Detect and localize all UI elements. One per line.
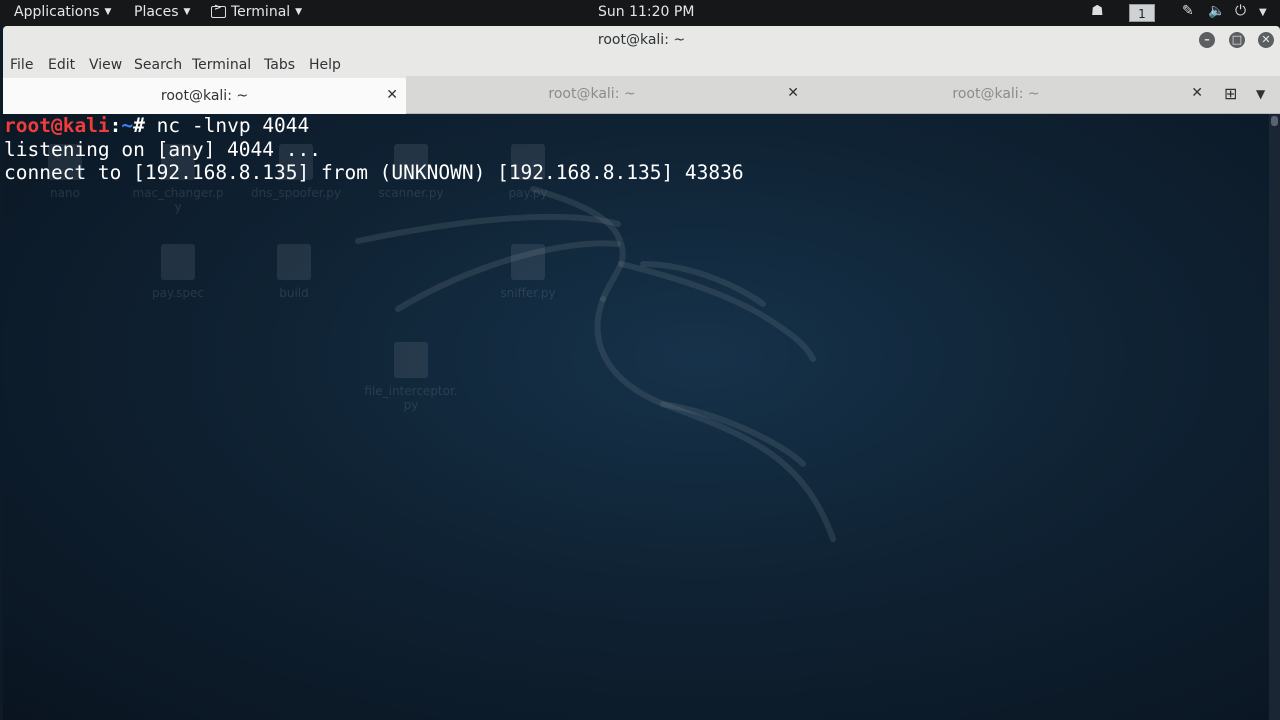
volume-icon[interactable]: 🔈 — [1208, 3, 1225, 19]
desktop-icon-label: scanner.py — [378, 186, 444, 200]
menu-search[interactable]: Search — [134, 57, 182, 73]
places-menu[interactable]: Places ▼ — [134, 4, 190, 20]
terminal-window: root@kali: ~ – □ ✕ File Edit View Search… — [3, 26, 1280, 720]
tab-3[interactable]: root@kali: ~ ✕ — [811, 76, 1211, 114]
top-panel: Applications ▼ Places ▼ Terminal ▼ Sun 1… — [0, 0, 1280, 26]
tab-bar: root@kali: ~ ✕ root@kali: ~ ✕ root@kali:… — [3, 76, 1280, 114]
desktop-icon-label: pay.py — [508, 186, 548, 200]
menu-terminal[interactable]: Terminal — [192, 57, 251, 73]
minimize-icon[interactable]: – — [1199, 32, 1215, 48]
desktop-icon-label: build — [279, 286, 309, 300]
chevron-down-icon[interactable]: ▼ — [1259, 7, 1267, 18]
command-text: nc -lnvp 4044 — [156, 114, 310, 137]
maximize-icon[interactable]: □ — [1229, 32, 1245, 48]
tab-label: root@kali: ~ — [548, 86, 636, 102]
output-line: listening on [any] 4044 ... — [4, 137, 321, 161]
applications-label: Applications — [14, 4, 100, 20]
network-icon[interactable]: ☗ — [1091, 3, 1104, 19]
new-tab-icon[interactable]: ⊞ — [1224, 84, 1237, 103]
chevron-down-icon: ▼ — [104, 7, 112, 17]
clock[interactable]: Sun 11:20 PM — [598, 4, 694, 20]
menu-edit[interactable]: Edit — [48, 57, 75, 73]
scrollbar[interactable] — [1269, 114, 1280, 720]
prompt-path: ~ — [121, 114, 134, 137]
prompt-separator: : — [109, 114, 122, 137]
terminal-app-menu[interactable]: Terminal ▼ — [211, 3, 303, 20]
close-icon[interactable]: ✕ — [386, 87, 398, 103]
desktop-icon: pay.spec — [123, 244, 233, 300]
tools-icon[interactable]: ✎ — [1182, 3, 1194, 19]
places-label: Places — [134, 4, 179, 20]
title-bar[interactable]: root@kali: ~ – □ ✕ — [3, 26, 1280, 54]
desktop-icon-label: sniffer.py — [500, 286, 556, 300]
clock-label: Sun 11:20 PM — [598, 4, 695, 20]
terminal-icon — [211, 3, 226, 18]
desktop-icon-label: nano — [50, 186, 80, 200]
menu-view[interactable]: View — [89, 57, 122, 73]
menu-help[interactable]: Help — [309, 57, 341, 73]
desktop-icon-label: dns_spoofer.py — [251, 186, 341, 200]
tab-label: root@kali: ~ — [160, 88, 249, 104]
desktop-icon-label: pay.spec — [151, 286, 205, 300]
desktop-icon: file_interceptor. py — [356, 342, 466, 412]
chevron-down-icon: ▼ — [183, 7, 191, 17]
prompt-user: root@kali — [4, 114, 110, 137]
desktop-icon-label: mac_changer.p y — [132, 186, 224, 214]
window-title: root@kali: ~ — [597, 32, 686, 48]
workspace-number: 1 — [1138, 7, 1146, 21]
chevron-down-icon[interactable]: ▼ — [1256, 87, 1265, 101]
terminal-app-label: Terminal — [231, 4, 291, 20]
menu-bar: File Edit View Search Terminal Tabs Help — [3, 54, 1280, 76]
close-icon[interactable]: ✕ — [787, 85, 799, 101]
menu-tabs[interactable]: Tabs — [264, 57, 295, 73]
prompt-line: root@kali:~# nc -lnvp 4044 — [4, 114, 744, 138]
menu-file[interactable]: File — [10, 57, 33, 73]
power-icon[interactable]: ⏻ — [1235, 3, 1246, 19]
close-icon[interactable]: ✕ — [1191, 85, 1203, 101]
prompt-char: # — [133, 114, 157, 137]
output-line: connect to [192.168.8.135] from (UNKNOWN… — [4, 161, 744, 184]
tab-2[interactable]: root@kali: ~ ✕ — [407, 76, 807, 114]
desktop-icon: sniffer.py — [473, 244, 583, 300]
terminal-area[interactable]: nano mac_changer.p y dns_spoofer.py scan… — [3, 114, 1269, 720]
applications-menu[interactable]: Applications ▼ — [14, 4, 111, 20]
close-icon[interactable]: ✕ — [1258, 32, 1274, 48]
desktop-icon-label: file_interceptor. py — [364, 384, 458, 412]
terminal-output: root@kali:~# nc -lnvp 4044 listening on [… — [4, 114, 744, 185]
chevron-down-icon: ▼ — [295, 7, 303, 17]
workspace-indicator[interactable]: 1 — [1129, 4, 1155, 22]
scrollbar-thumb[interactable] — [1271, 116, 1278, 126]
tab-label: root@kali: ~ — [952, 86, 1040, 102]
tab-1[interactable]: root@kali: ~ ✕ — [3, 76, 406, 114]
desktop-icon: build — [239, 244, 349, 300]
